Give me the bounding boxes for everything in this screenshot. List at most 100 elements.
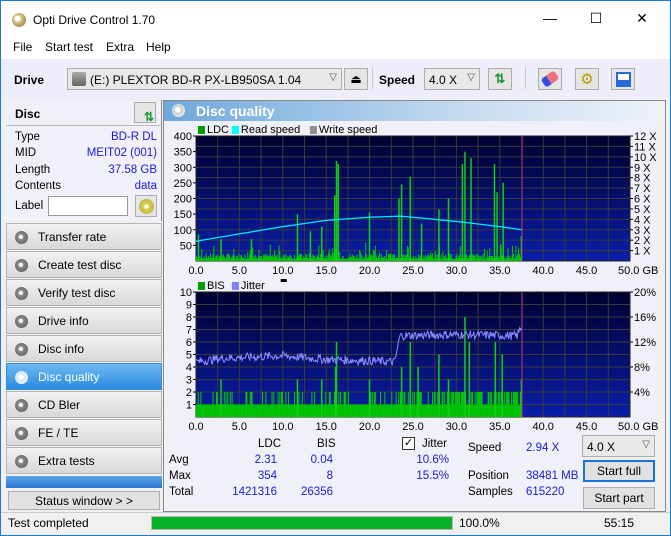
- bis-bar: [301, 392, 303, 417]
- ldc-bar: [413, 258, 415, 261]
- menu-start-test[interactable]: Start test: [45, 40, 93, 54]
- bis-bar: [426, 404, 428, 417]
- bis-bar: [424, 404, 426, 417]
- legend-swatch: [231, 282, 239, 290]
- ldc-bar: [387, 255, 389, 261]
- bis-bar: [317, 404, 319, 417]
- erase-button[interactable]: [538, 68, 562, 90]
- ldc-bar: [380, 259, 382, 261]
- nav-verify-test-disc[interactable]: Verify test disc: [6, 279, 162, 306]
- ldc-bar: [384, 255, 386, 261]
- jitter-checkbox[interactable]: ✓: [402, 437, 415, 450]
- bis-bar: [302, 404, 304, 417]
- label-disc-button[interactable]: [135, 195, 157, 217]
- bis-bar: [253, 404, 255, 417]
- ldc-bar: [364, 256, 366, 261]
- ldc-peak-bar: [309, 231, 312, 261]
- y-tick-label: 350: [174, 147, 192, 159]
- bis-bar: [421, 404, 423, 417]
- ldc-bar: [371, 254, 373, 261]
- ldc-bar: [392, 254, 394, 261]
- x-tick-label: 25.0: [402, 265, 423, 277]
- bis-bar: [214, 404, 216, 417]
- settings-button[interactable]: ⚙: [575, 68, 599, 90]
- ldc-bar: [239, 259, 241, 261]
- refresh-button[interactable]: ⇅: [488, 68, 512, 90]
- bis-bar: [268, 404, 270, 417]
- ldc-bar: [516, 256, 518, 261]
- ldc-bar: [343, 258, 345, 261]
- refresh-icon: ⇅: [144, 110, 155, 124]
- bis-bar: [345, 392, 347, 417]
- ldc-bar: [235, 258, 237, 261]
- menu-help[interactable]: Help: [146, 40, 171, 54]
- status-window-button[interactable]: Status window > >: [8, 491, 160, 510]
- maximize-button[interactable]: ☐: [573, 1, 619, 35]
- ldc-bar: [386, 259, 388, 261]
- bis-bar: [439, 404, 441, 417]
- disc-length-row: Length 37.58 GB: [15, 164, 157, 180]
- ldc-bar: [244, 254, 246, 261]
- speed-label: Speed: [379, 73, 416, 87]
- col-bis-header: BIS: [317, 438, 336, 450]
- nav-cd-bler[interactable]: CD Bler: [6, 391, 162, 418]
- nav-extra-tests[interactable]: Extra tests: [6, 447, 162, 474]
- nav-disc-info[interactable]: Disc info: [6, 335, 162, 362]
- nav-transfer-rate[interactable]: Transfer rate: [6, 223, 162, 250]
- ldc-bar: [275, 255, 277, 261]
- menu-extra[interactable]: Extra: [106, 40, 134, 54]
- ldc-bar: [243, 259, 245, 261]
- bis-bar: [311, 392, 313, 417]
- nav-fe-te[interactable]: FE / TE: [6, 419, 162, 446]
- nav-create-test-disc[interactable]: Create test disc: [6, 251, 162, 278]
- bis-bar: [402, 404, 404, 417]
- bis-bar: [293, 404, 295, 417]
- ldc-bar: [273, 256, 275, 261]
- start-part-button[interactable]: Start part: [583, 487, 655, 509]
- menu-file[interactable]: File: [13, 40, 32, 54]
- ldc-bar: [515, 245, 517, 261]
- bis-bar: [227, 392, 229, 417]
- disc-tool-icon: [15, 399, 28, 412]
- ldc-bar: [301, 258, 303, 261]
- ldc-bar: [472, 255, 474, 261]
- bis-bar: [308, 404, 310, 417]
- disc-label-input[interactable]: [48, 196, 128, 216]
- x-tick-label: 45.0: [576, 421, 597, 433]
- ldc-bar: [454, 258, 456, 261]
- drive-select[interactable]: (E:) PLEXTOR BD-R PX-LB950SA 1.04 ▽: [67, 68, 342, 90]
- bis-bar: [414, 404, 416, 417]
- ldc-bar: [232, 254, 234, 261]
- bis-bar: [491, 404, 493, 417]
- ldc-bar: [307, 258, 309, 261]
- disc-refresh-button[interactable]: ⇅: [134, 102, 156, 124]
- ldc-bar: [207, 258, 209, 261]
- y-tick-label: 10: [180, 287, 192, 299]
- ldc-bar: [396, 257, 398, 261]
- ldc-bar: [287, 256, 289, 261]
- nav-drive-info[interactable]: Drive info: [6, 307, 162, 334]
- disc-contents-value: data: [134, 180, 157, 192]
- nav-disc-quality[interactable]: Disc quality: [6, 363, 162, 390]
- ldc-bar: [261, 256, 263, 261]
- test-speed-select[interactable]: 4.0 X ▽: [582, 435, 655, 457]
- ldc-peak-bar: [464, 151, 466, 261]
- ldc-bar: [216, 254, 218, 261]
- close-button[interactable]: ✕: [619, 1, 665, 35]
- bis-bar: [305, 404, 307, 417]
- bis-bar: [476, 392, 478, 417]
- toolbar-separator: [525, 67, 526, 89]
- bis-bar: [233, 404, 235, 417]
- bis-bar: [313, 404, 315, 417]
- bis-bar: [232, 404, 234, 417]
- ldc-bar: [356, 254, 358, 261]
- save-button[interactable]: [611, 68, 635, 90]
- minimize-button[interactable]: —: [527, 1, 573, 35]
- speed-select[interactable]: 4.0 X ▽: [424, 68, 480, 90]
- ldc-bar: [449, 253, 451, 261]
- ldc-bar: [478, 256, 480, 261]
- start-full-button[interactable]: Start full: [583, 460, 655, 482]
- ldc-bar: [406, 245, 408, 261]
- bis-bar: [352, 404, 354, 417]
- eject-button[interactable]: ⏏: [344, 68, 368, 90]
